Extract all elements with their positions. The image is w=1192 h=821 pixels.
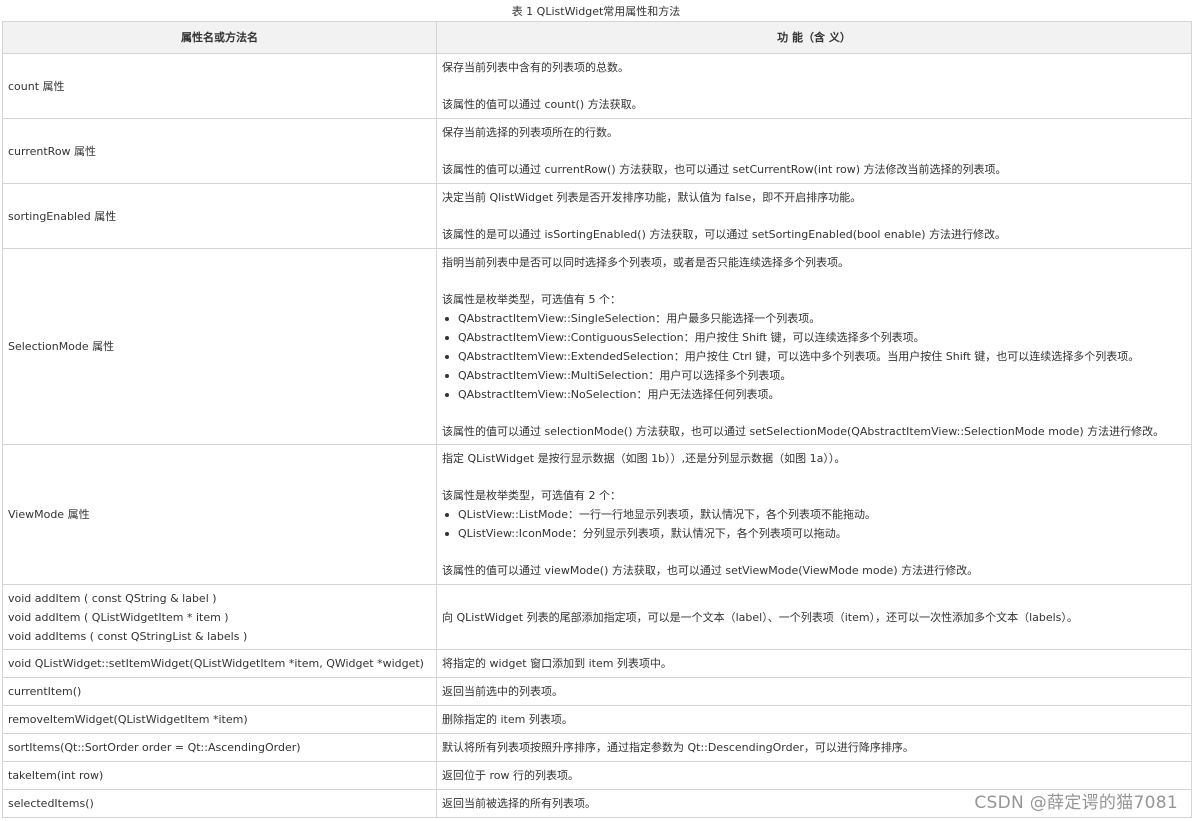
row-desc-line: 返回当前选中的列表项。 — [442, 685, 563, 698]
row-desc-line: 保存当前列表中含有的列表项的总数。 — [442, 61, 629, 74]
row-name-cell: ViewMode 属性 — [2, 444, 437, 585]
row-desc-line: 该属性的值可以通过 count() 方法获取。 — [442, 98, 643, 111]
row-desc-cell: 向 QListWidget 列表的尾部添加指定项，可以是一个文本（label）、… — [436, 584, 1192, 650]
row-desc-cell: 保存当前选择的列表项所在的行数。 该属性的值可以通过 currentRow() … — [436, 118, 1192, 184]
row-name: count 属性 — [8, 79, 65, 93]
row-name-cell: count 属性 — [2, 53, 437, 119]
table-caption: 表 1 QListWidget常用属性和方法 — [511, 5, 681, 18]
table-row: void addItem ( const QString & label ) v… — [2, 584, 1192, 650]
row-desc-line: 该属性的是可以通过 isSortingEnabled() 方法获取，可以通过 s… — [442, 228, 1007, 241]
row-desc-line: 将指定的 widget 窗口添加到 item 列表项中。 — [442, 657, 672, 670]
row-desc-line: 删除指定的 item 列表项。 — [442, 713, 573, 726]
row-name-cell: SelectionMode 属性 — [2, 248, 437, 445]
row-name-cell: sortItems(Qt::SortOrder order = Qt::Asce… — [2, 733, 437, 762]
list-item: QListView::IconMode：分列显示列表项，默认情况下，各个列表项可… — [442, 524, 1186, 543]
enum-list: QAbstractItemView::SingleSelection：用户最多只… — [442, 309, 1186, 404]
list-item: QAbstractItemView::ContiguousSelection：用… — [442, 328, 1186, 347]
properties-table: 属性名或方法名 功 能（含 义） count 属性 保存当前列表中含有的列表项的… — [2, 21, 1192, 818]
table-row: takeItem(int row) 返回位于 row 行的列表项。 — [2, 761, 1192, 790]
row-name: SelectionMode 属性 — [8, 340, 115, 353]
table-row: currentRow 属性 保存当前选择的列表项所在的行数。 该属性的值可以通过… — [2, 118, 1192, 184]
enum-list: QListView::ListMode：一行一行地显示列表项，默认情况下，各个列… — [442, 505, 1186, 543]
row-desc-cell: 返回当前选中的列表项。 — [436, 677, 1192, 706]
row-desc-line: 默认将所有列表项按照升序排序，通过指定参数为 Qt::DescendingOrd… — [442, 741, 914, 754]
table-header-row: 属性名或方法名 功 能（含 义） — [2, 21, 1192, 54]
row-desc-line: 该属性的值可以通过 viewMode() 方法获取，也可以通过 setViewM… — [442, 564, 979, 577]
row-desc-line: 决定当前 QlistWidget 列表是否开发排序功能，默认值为 false，即… — [442, 191, 862, 204]
row-name: currentItem() — [8, 685, 82, 698]
table-row: currentItem() 返回当前选中的列表项。 — [2, 677, 1192, 706]
row-desc-line: 保存当前选择的列表项所在的行数。 — [442, 126, 618, 139]
row-name-cell: takeItem(int row) — [2, 761, 437, 790]
row-desc-line: 向 QListWidget 列表的尾部添加指定项，可以是一个文本（label）、… — [442, 610, 1078, 624]
list-item: QListView::ListMode：一行一行地显示列表项，默认情况下，各个列… — [442, 505, 1186, 524]
row-name: currentRow 属性 — [8, 144, 97, 158]
row-name-cell: void addItem ( const QString & label ) v… — [2, 584, 437, 650]
header-name: 属性名或方法名 — [2, 21, 437, 54]
row-desc-line: 返回位于 row 行的列表项。 — [442, 769, 579, 782]
table-row: void QListWidget::setItemWidget(QListWid… — [2, 649, 1192, 678]
table-row: SelectionMode 属性 指明当前列表中是否可以同时选择多个列表项，或者… — [2, 248, 1192, 445]
row-name-cell: sortingEnabled 属性 — [2, 183, 437, 249]
row-desc-cell: 指定 QListWidget 是按行显示数据（如图 1b））,还是分列显示数据（… — [436, 444, 1192, 585]
row-name-cell: removeItemWidget(QListWidgetItem *item) — [2, 705, 437, 734]
row-name: void addItem ( QListWidgetItem * item ) — [8, 610, 229, 624]
row-name: sortingEnabled 属性 — [8, 209, 117, 223]
row-name: ViewMode 属性 — [8, 508, 90, 521]
row-desc-line: 该属性的值可以通过 selectionMode() 方法获取，也可以通过 set… — [442, 424, 1165, 438]
table-row: sortItems(Qt::SortOrder order = Qt::Asce… — [2, 733, 1192, 762]
row-name: sortItems(Qt::SortOrder order = Qt::Asce… — [8, 741, 301, 754]
header-function: 功 能（含 义） — [436, 21, 1192, 54]
row-desc-cell: 指明当前列表中是否可以同时选择多个列表项，或者是否只能连续选择多个列表项。 该属… — [436, 248, 1192, 445]
row-desc-cell: 返回位于 row 行的列表项。 — [436, 761, 1192, 790]
list-item: QAbstractItemView::ExtendedSelection：用户按… — [442, 347, 1186, 366]
table-row: ViewMode 属性 指定 QListWidget 是按行显示数据（如图 1b… — [2, 444, 1192, 585]
row-name-cell: currentItem() — [2, 677, 437, 706]
row-desc-cell: 决定当前 QlistWidget 列表是否开发排序功能，默认值为 false，即… — [436, 183, 1192, 249]
list-item: QAbstractItemView::SingleSelection：用户最多只… — [442, 309, 1186, 328]
row-desc-line: 指定 QListWidget 是按行显示数据（如图 1b））,还是分列显示数据（… — [442, 452, 846, 465]
row-desc-line: 该属性是枚举类型，可选值有 5 个： — [442, 292, 621, 306]
row-name-cell: currentRow 属性 — [2, 118, 437, 184]
row-name: removeItemWidget(QListWidgetItem *item) — [8, 713, 248, 726]
row-name-cell: selectedItems() — [2, 789, 437, 818]
row-desc-cell: 默认将所有列表项按照升序排序，通过指定参数为 Qt::DescendingOrd… — [436, 733, 1192, 762]
row-desc-line: 该属性的值可以通过 currentRow() 方法获取，也可以通过 setCur… — [442, 163, 1007, 176]
row-desc-line: 指明当前列表中是否可以同时选择多个列表项，或者是否只能连续选择多个列表项。 — [442, 255, 849, 269]
row-name: selectedItems() — [8, 797, 94, 810]
list-item: QAbstractItemView::MultiSelection：用户可以选择… — [442, 366, 1186, 385]
row-desc-cell: 保存当前列表中含有的列表项的总数。 该属性的值可以通过 count() 方法获取… — [436, 53, 1192, 119]
table-row: sortingEnabled 属性 决定当前 QlistWidget 列表是否开… — [2, 183, 1192, 249]
table-row: removeItemWidget(QListWidgetItem *item) … — [2, 705, 1192, 734]
row-name-cell: void QListWidget::setItemWidget(QListWid… — [2, 649, 437, 678]
row-desc-cell: 删除指定的 item 列表项。 — [436, 705, 1192, 734]
row-desc-cell: 将指定的 widget 窗口添加到 item 列表项中。 — [436, 649, 1192, 678]
csdn-watermark: CSDN @薛定谔的猫7081 — [974, 793, 1178, 813]
row-name: void QListWidget::setItemWidget(QListWid… — [8, 657, 424, 670]
list-item: QAbstractItemView::NoSelection：用户无法选择任何列… — [442, 385, 1186, 404]
row-name: void addItem ( const QString & label ) — [8, 591, 217, 605]
row-name: void addItems ( const QStringList & labe… — [8, 629, 248, 643]
table-row: count 属性 保存当前列表中含有的列表项的总数。 该属性的值可以通过 cou… — [2, 53, 1192, 119]
row-name: takeItem(int row) — [8, 769, 104, 782]
row-desc-line: 该属性是枚举类型，可选值有 2 个： — [442, 489, 621, 502]
